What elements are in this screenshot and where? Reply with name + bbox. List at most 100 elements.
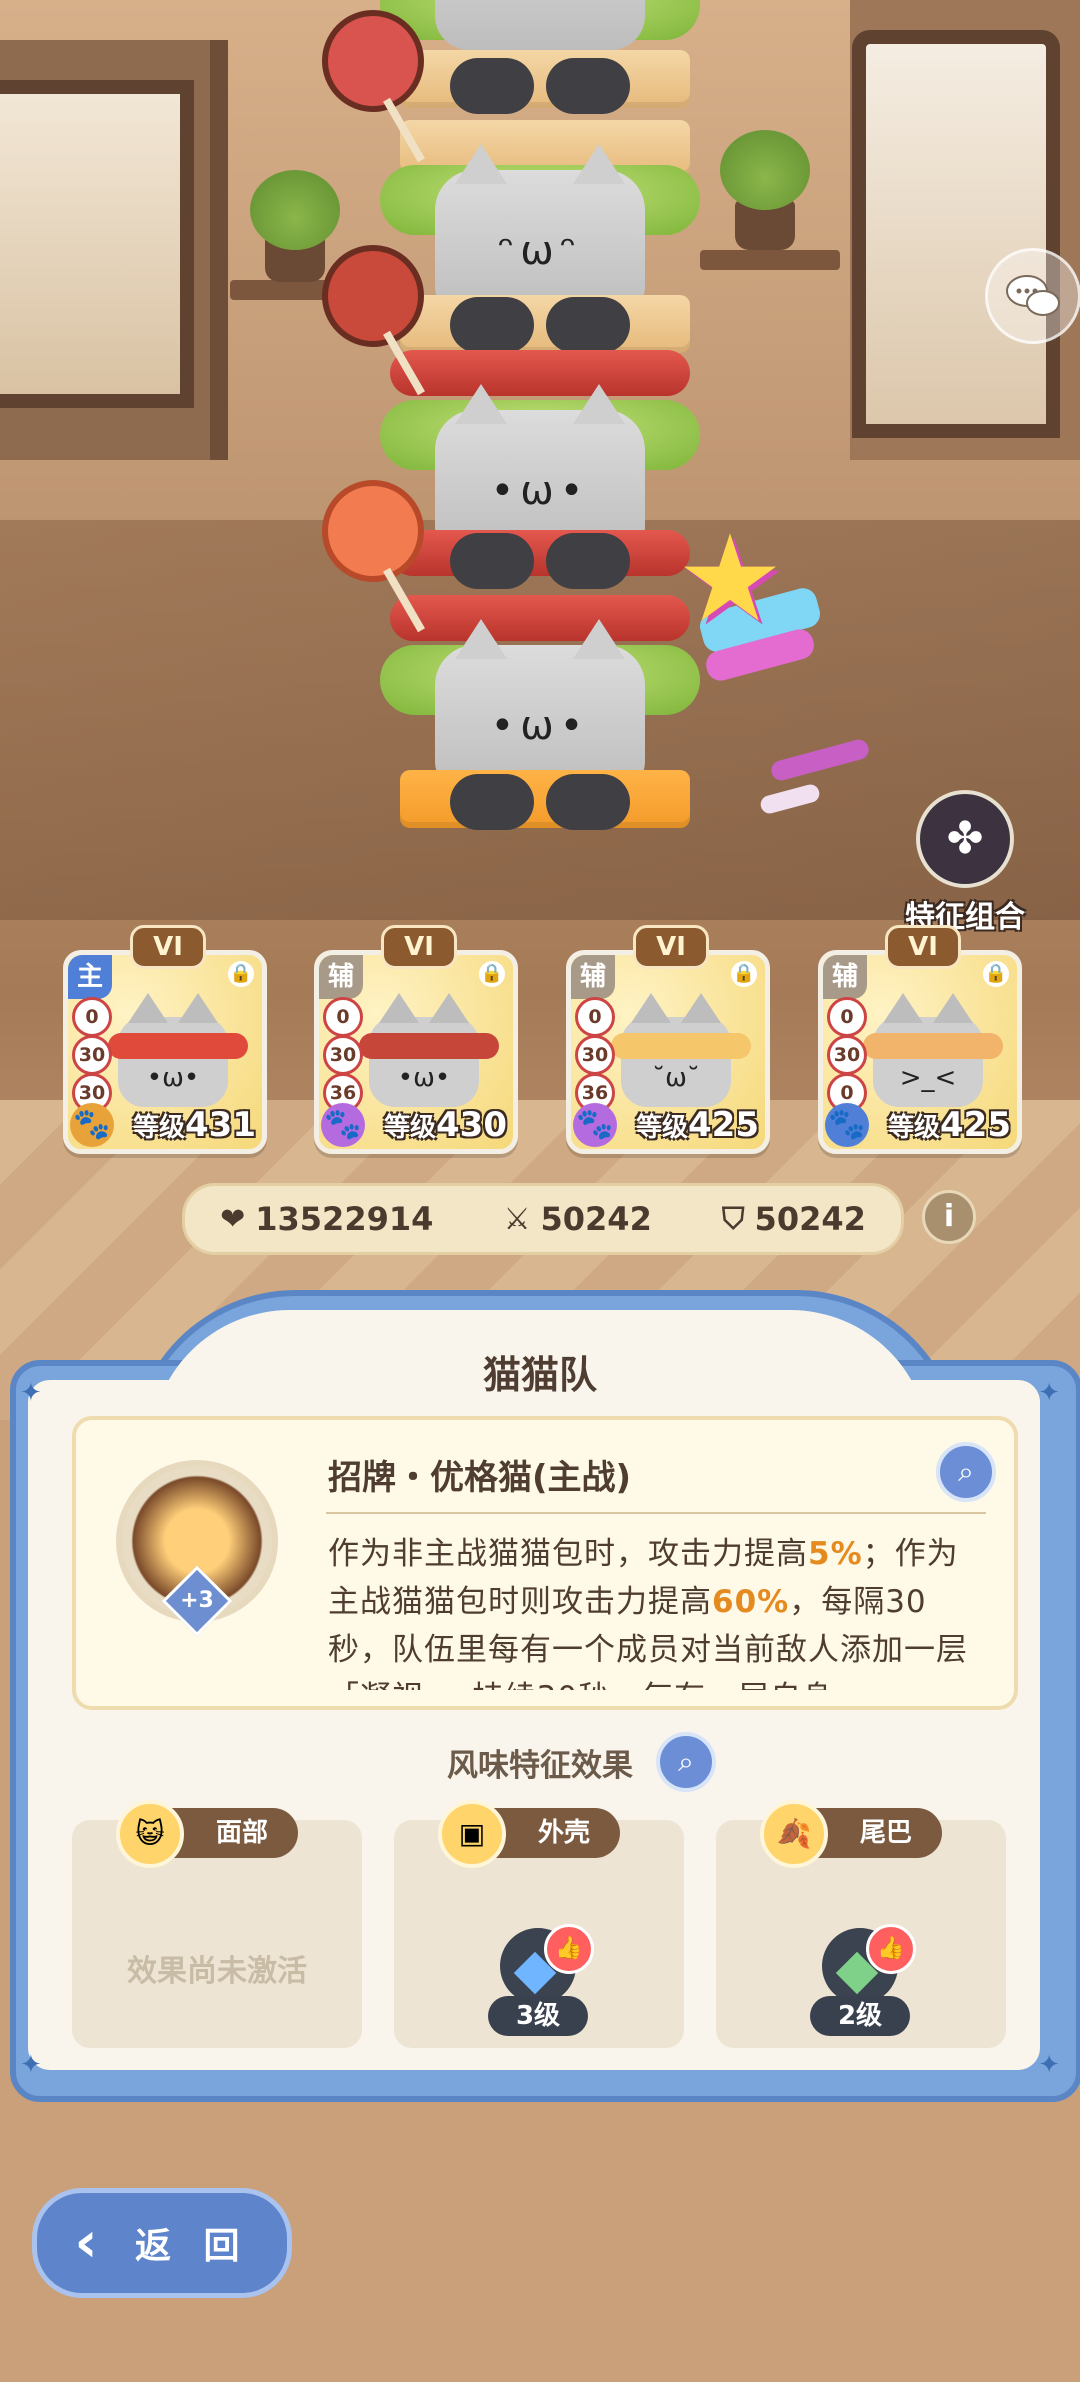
defense-stat: ⛉ 50242: [722, 1200, 866, 1238]
flavor-inactive-text: 效果尚未激活: [127, 1954, 307, 1989]
plant-leaves-right: [720, 130, 810, 210]
defense-value: 50242: [754, 1200, 866, 1238]
right-window: [852, 30, 1060, 438]
flavor-card[interactable]: 外壳 ▣ 👍 3级: [394, 1800, 684, 2048]
shell-icon: ▣: [438, 1800, 506, 1868]
panel-title: 猫猫队: [482, 1353, 597, 1397]
cat-paws: [450, 297, 630, 353]
cat-paws: [450, 774, 630, 830]
flavor-level: 3级: [488, 1996, 588, 2036]
skill-icon: +3: [116, 1460, 278, 1637]
member-cat-avatar: [873, 993, 983, 1107]
team-panel: ✦ ✦ ✦ ✦ 猫猫队 +3 招牌・优格猫(主战) ⌕ 作为非主战猫猫包时，攻击…: [10, 1280, 1080, 2130]
flavor-level: 2级: [810, 1996, 910, 2036]
lock-icon[interactable]: 🔒: [731, 961, 757, 987]
member-cat-face: ˘ω˘: [652, 1063, 700, 1093]
member-cat-avatar: [621, 993, 731, 1107]
chat-button[interactable]: [985, 248, 1080, 344]
member-role: 辅: [319, 955, 363, 999]
member-stat-badge: 0: [72, 997, 112, 1037]
skill-zoom-button[interactable]: ⌕: [936, 1442, 996, 1502]
member-stat-badge: 30: [575, 1035, 615, 1075]
skill-highlight-value: 60%: [712, 1584, 790, 1620]
sandwich-cat-tower: •ㅅ• ᵔωᵔ •ω• •ω•: [380, 0, 700, 840]
corner-ornament-icon: ✦: [20, 2050, 42, 2080]
member-topping: [359, 1033, 499, 1059]
skill-description[interactable]: 作为非主战猫猫包时，攻击力提高5%；作为主战猫猫包时则攻击力提高60%，每隔30…: [328, 1530, 968, 1690]
member-rank: VI: [130, 925, 206, 969]
team-stats-bar: ❤ 13522914 ⚔ 50242 ⛉ 50242: [182, 1183, 904, 1255]
paw-icon: 🐾: [70, 1103, 114, 1147]
flavor-section-title: 风味特征效果: [10, 1740, 1070, 1785]
cat-face-icon: 😺: [116, 1800, 184, 1868]
team-member-card[interactable]: VI 辅 🔒 ˘ω˘ 0 30 36 🐾 等级425: [566, 925, 770, 1154]
trait-combo-button[interactable]: ✤ 特征组合: [890, 790, 1040, 936]
magnifier-icon: ⌕: [678, 1745, 694, 1778]
member-cat-avatar: [118, 993, 228, 1107]
member-role: 辅: [823, 955, 867, 999]
member-rank: VI: [885, 925, 961, 969]
cat-paws: [450, 58, 630, 114]
meat-layer: [390, 595, 690, 641]
member-cat-face: >_<: [899, 1063, 957, 1093]
member-stat-badge: 30: [323, 1035, 363, 1075]
hp-stat: ❤ 13522914: [220, 1200, 433, 1238]
team-member-card[interactable]: VI 辅 🔒 >_< 0 30 0 🐾 等级425: [818, 925, 1022, 1154]
member-stat-badge: 0: [575, 997, 615, 1037]
member-role: 主: [68, 955, 112, 999]
flavor-card[interactable]: 尾巴 🍂 👍 2级: [716, 1800, 1006, 2048]
thumbs-up-icon: 👍: [866, 1924, 916, 1974]
info-button[interactable]: i: [922, 1190, 976, 1244]
back-arrow-icon: ‹: [74, 2210, 98, 2275]
left-window: [0, 80, 194, 408]
meat-layer: [390, 350, 690, 396]
corner-ornament-icon: ✦: [1038, 2050, 1060, 2080]
back-label: 返 回: [135, 2226, 250, 2267]
shield-icon: ⛉: [722, 1201, 745, 1237]
paw-icon: 🐾: [321, 1103, 365, 1147]
member-topping: [611, 1033, 751, 1059]
hp-value: 13522914: [255, 1200, 434, 1238]
member-topping: [863, 1033, 1003, 1059]
back-button[interactable]: ‹ 返 回: [32, 2188, 292, 2298]
plant-leaves: [250, 170, 340, 250]
member-stat-badge: 30: [72, 1035, 112, 1075]
flavor-card[interactable]: 面部 😺 效果尚未激活: [72, 1800, 362, 2048]
skill-highlight-value: 5%: [808, 1536, 863, 1572]
skill-box: +3 招牌・优格猫(主战) ⌕ 作为非主战猫猫包时，攻击力提高5%；作为主战猫猫…: [72, 1416, 1018, 1710]
magnifier-icon: ⌕: [958, 1455, 974, 1488]
chat-bubbles-icon: [1006, 275, 1060, 316]
star-icon: ★: [676, 510, 784, 649]
skill-text: 作为非主战猫猫包时，攻击力提高: [328, 1536, 808, 1572]
flavor-title-text: 风味特征效果: [447, 1748, 633, 1784]
member-stat-badge: 0: [827, 997, 867, 1037]
paw-icon: 🐾: [573, 1103, 617, 1147]
paw-icon: 🐾: [825, 1103, 869, 1147]
team-member-card[interactable]: VI 主 🔒 •ω• 0 30 30 🐾 等级431: [63, 925, 267, 1154]
team-member-card[interactable]: VI 辅 🔒 •ω• 0 30 36 🐾 等级430: [314, 925, 518, 1154]
shrimp-skewer-icon: [322, 480, 424, 582]
crossed-swords-icon: ⚔: [503, 1201, 531, 1237]
member-level: 等级425: [888, 1105, 1011, 1145]
thumbs-up-icon: 👍: [544, 1924, 594, 1974]
lock-icon[interactable]: 🔒: [479, 961, 505, 987]
cat-top: •ㅅ•: [435, 0, 645, 50]
member-rank: VI: [381, 925, 457, 969]
tail-icon: 🍂: [760, 1800, 828, 1868]
steak-skewer-icon: [322, 245, 424, 347]
skill-name: 招牌・优格猫(主战): [328, 1458, 632, 1498]
member-rank: VI: [633, 925, 709, 969]
member-topping: [108, 1033, 248, 1059]
lock-icon[interactable]: 🔒: [983, 961, 1009, 987]
member-role: 辅: [571, 955, 615, 999]
member-stat-badge: 0: [323, 997, 363, 1037]
shelf-right: [700, 250, 840, 270]
member-cat-avatar: [369, 993, 479, 1107]
lock-icon[interactable]: 🔒: [228, 961, 254, 987]
flavor-zoom-button[interactable]: ⌕: [656, 1732, 716, 1792]
member-cat-face: •ω•: [397, 1063, 451, 1093]
member-stat-badge: 30: [827, 1035, 867, 1075]
divider: [326, 1512, 986, 1514]
cat-paws: [450, 533, 630, 589]
sausage-skewer-icon: [322, 10, 424, 112]
